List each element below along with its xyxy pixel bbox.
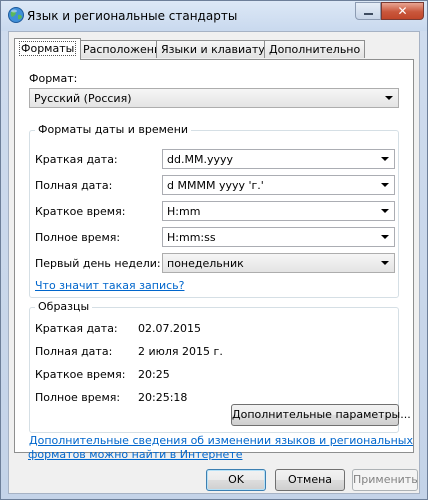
datetime-formats-title: Форматы даты и времени	[35, 123, 192, 136]
sample-long-date-value: 2 июля 2015 г.	[138, 345, 223, 358]
sample-short-date-value: 02.07.2015	[138, 322, 201, 335]
sample-short-time-value: 20:25	[138, 368, 170, 381]
chevron-down-icon	[381, 235, 389, 239]
short-time-label: Краткое время:	[35, 205, 126, 218]
chevron-down-icon	[381, 209, 389, 213]
chevron-down-icon	[381, 157, 389, 161]
format-help-link[interactable]: Что значит такая запись?	[35, 279, 184, 292]
short-time-combobox[interactable]: H:mm	[162, 201, 395, 221]
cancel-button[interactable]: Отмена	[275, 469, 345, 491]
samples-title: Образцы	[35, 300, 93, 313]
apply-button[interactable]: Применить	[352, 469, 418, 491]
close-icon: ✕	[397, 4, 408, 18]
tab-administrative[interactable]: Дополнительно	[264, 40, 366, 58]
chevron-down-icon	[385, 96, 393, 100]
sample-short-date-label: Краткая дата:	[35, 322, 118, 335]
format-select-value: Русский (Россия)	[34, 92, 132, 105]
short-date-combobox-value: dd.MM.yyyy	[167, 153, 233, 166]
long-date-combobox[interactable]: d MMMM yyyy 'г.'	[162, 175, 395, 195]
minimize-button[interactable]	[355, 2, 381, 20]
sample-long-time-label: Полное время:	[35, 391, 121, 404]
format-label: Формат:	[29, 72, 78, 85]
long-time-combobox-value: H:mm:ss	[167, 231, 216, 244]
short-date-combobox[interactable]: dd.MM.yyyy	[162, 149, 395, 169]
long-time-label: Полное время:	[35, 231, 121, 244]
dialog-client-area: Форматы Расположение Языки и клавиатуры …	[8, 31, 420, 494]
first-day-select-value: понедельник	[167, 257, 244, 270]
tab-formats[interactable]: Форматы	[14, 38, 82, 60]
dialog-window: Язык и региональные стандарты ✕ Форматы …	[0, 0, 428, 500]
short-date-label: Краткая дата:	[35, 153, 118, 166]
additional-settings-button[interactable]: Дополнительные параметры...	[231, 404, 411, 426]
sample-long-time-value: 20:25:18	[138, 391, 188, 404]
ok-button[interactable]: OK	[206, 469, 266, 491]
globe-icon	[8, 7, 24, 23]
first-day-select[interactable]: понедельник	[162, 253, 395, 273]
sample-long-date-label: Полная дата:	[35, 345, 113, 358]
short-time-combobox-value: H:mm	[167, 205, 201, 218]
more-info-link-line2[interactable]: форматов можно найти в Интернете	[28, 448, 242, 461]
long-time-combobox[interactable]: H:mm:ss	[162, 227, 395, 247]
chevron-down-icon	[381, 261, 389, 265]
more-info-link-line1[interactable]: Дополнительные сведения об изменении язы…	[29, 434, 413, 447]
tab-panel-formats: Формат: Русский (Россия) Форматы даты и …	[14, 59, 414, 453]
long-date-label: Полная дата:	[35, 179, 113, 192]
close-button[interactable]: ✕	[381, 2, 424, 20]
long-date-combobox-value: d MMMM yyyy 'г.'	[167, 179, 264, 192]
title-bar[interactable]: Язык и региональные стандарты ✕	[1, 1, 427, 31]
sample-short-time-label: Краткое время:	[35, 368, 126, 381]
first-day-label: Первый день недели:	[35, 257, 161, 270]
chevron-down-icon	[381, 183, 389, 187]
window-title: Язык и региональные стандарты	[27, 9, 238, 23]
format-select[interactable]: Русский (Россия)	[29, 88, 399, 108]
